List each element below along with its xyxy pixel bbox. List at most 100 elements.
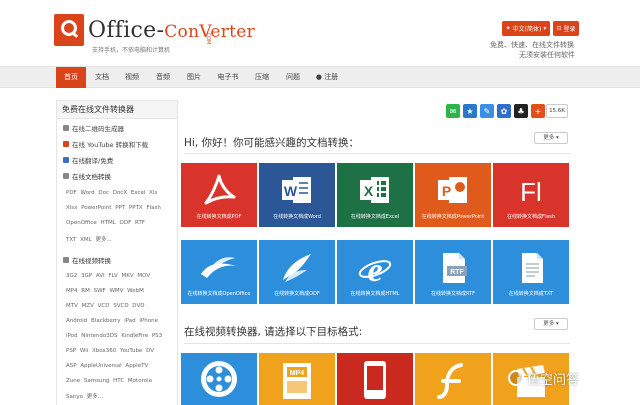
wechat-share-icon[interactable]: ✉	[446, 104, 460, 118]
tile-caption: 在线转换文档成Excel	[350, 214, 400, 220]
sidebar-link-translate[interactable]: 在线翻译/免费	[63, 155, 113, 165]
film-icon	[63, 257, 69, 263]
tile-caption: 在线转换文档成HTML	[350, 291, 400, 297]
site-header: Office-ConVerter .COM 支持手机，不依电脑和计算机 ✦ 中文…	[0, 0, 640, 66]
tile-caption: 在线转换文档成Word	[273, 214, 321, 220]
user-icon: ●	[315, 73, 322, 81]
divider	[184, 343, 570, 344]
nav-image[interactable]: 图片	[180, 67, 208, 88]
video-more-dropdown[interactable]: 更多 ▾	[534, 318, 568, 330]
slogan-line-2: 无须安装任何软件	[519, 51, 575, 59]
doc-format-list[interactable]: TXT XML 更多...	[66, 235, 112, 243]
nav-register[interactable]: ● 注册	[311, 67, 343, 88]
video-format-list[interactable]: ASP AppleUniversal AppleTV	[66, 363, 148, 369]
doc-section-title: Hi, 你好！你可能感兴趣的文档转换：	[184, 137, 359, 149]
tile-to-rtf[interactable]: RTF 在线转换文档成RTF	[415, 240, 491, 304]
svg-text:W: W	[284, 183, 298, 199]
video-format-list[interactable]: Android Blackberry iPad iPhone	[66, 318, 158, 324]
tile-caption: 在线转换文档成RTF	[430, 291, 476, 297]
nav-documents[interactable]: 文档	[88, 67, 116, 88]
qzone-share-icon[interactable]: ★	[463, 104, 477, 118]
tile-to-flash[interactable]: Fl 在线转换文档成Flash	[493, 163, 569, 227]
tile-video-format[interactable]	[181, 353, 257, 405]
tile-caption: 在线转换文档成PDF	[196, 214, 242, 220]
video-section-title: 在线视频转换器, 请选择以下目标格式:	[184, 326, 363, 338]
qrcode-icon	[63, 125, 69, 131]
tile-caption: 在线转换文档成TXT	[508, 291, 554, 297]
watermark: 悟空问答	[508, 368, 579, 388]
odf-icon	[283, 254, 311, 282]
tile-to-word[interactable]: W 在线转换文档成Word	[259, 163, 335, 227]
video-format-list[interactable]: PSP Wii Xbox360 YouTube DV	[66, 348, 154, 354]
logo-com: .COM	[205, 31, 211, 45]
flash-icon: Fl	[520, 177, 542, 207]
tile-caption: 在线转换文档成PowerPoint	[421, 214, 485, 220]
chevron-down-icon: ▾	[543, 25, 547, 32]
nav-ebook[interactable]: 电子书	[211, 67, 245, 88]
share-count: 15.6K	[546, 104, 568, 118]
nav-faq[interactable]: 问题	[279, 67, 307, 88]
qq-share-icon[interactable]: ♣	[514, 104, 528, 118]
sidebar-section-documents[interactable]: 在线文档转换	[63, 171, 111, 181]
flash-player-icon	[437, 363, 463, 399]
video-format-list[interactable]: Sanyo 更多...	[66, 392, 103, 400]
youtube-icon	[63, 141, 69, 147]
video-format-list[interactable]: 3G2 3GP AVI FLV MKV MOV	[66, 273, 150, 279]
weibo-share-icon[interactable]: ✎	[480, 104, 494, 118]
tile-to-txt[interactable]: 在线转换文档成TXT	[493, 240, 569, 304]
nav-audio[interactable]: 音频	[149, 67, 177, 88]
mobile-icon	[364, 361, 386, 399]
excel-icon: X	[360, 177, 389, 203]
divider	[184, 153, 570, 154]
sidebar-link-youtube[interactable]: 在线 YouTube 转换和下载	[63, 139, 148, 149]
tile-to-excel[interactable]: X 在线转换文档成Excel	[337, 163, 413, 227]
mp4-icon: MP4	[283, 363, 311, 399]
globe-icon: ✦	[505, 25, 511, 32]
doc-format-list[interactable]: OpenOffice HTML ODF RTF	[66, 220, 145, 226]
tile-to-openoffice[interactable]: 在线转换文档成OpenOffice	[181, 240, 257, 304]
pdf-icon	[204, 174, 236, 205]
sidebar: 免费在线文件转换器 在线二维码生成器 在线 YouTube 转换和下载 在线翻译…	[56, 100, 178, 405]
logo-icon[interactable]	[54, 14, 84, 46]
video-format-list[interactable]: MP4 RM SWF WMV WebM	[66, 288, 144, 294]
video-format-list[interactable]: MTV MZV VCD SVCD DVD	[66, 303, 144, 309]
svg-text:MP4: MP4	[290, 370, 305, 377]
tile-video-format[interactable]	[415, 353, 491, 405]
nav-archive[interactable]: 压缩	[248, 67, 276, 88]
doc-format-list[interactable]: PDF Word Doc DocX Excel Xls	[66, 190, 157, 196]
tile-video-format[interactable]	[337, 353, 413, 405]
tile-video-format[interactable]: MP4	[259, 353, 335, 405]
logo-name[interactable]: Office-ConVerter	[88, 18, 255, 43]
video-format-list[interactable]: iPod Nintendo3DS KindleFire PS3	[66, 333, 162, 339]
svg-text:RTF: RTF	[450, 269, 464, 276]
login-button[interactable]: ⊡ 登录	[553, 21, 579, 36]
baidu-share-icon[interactable]: ✿	[497, 104, 511, 118]
powerpoint-icon: P	[438, 177, 467, 203]
more-share-icon[interactable]: +	[531, 104, 545, 118]
tile-to-pdf[interactable]: 在线转换文档成PDF	[181, 163, 257, 227]
slogan-line-1: 免费、快速、在线文件转换	[490, 41, 574, 49]
translate-icon	[63, 157, 69, 163]
svg-text:e: e	[367, 252, 382, 286]
tile-to-html[interactable]: e 在线转换文档成HTML	[337, 240, 413, 304]
svg-text:Fl: Fl	[520, 177, 542, 207]
sidebar-section-video[interactable]: 在线视频转换	[63, 255, 111, 265]
tile-to-odf[interactable]: 在线转换文档成ODF	[259, 240, 335, 304]
txt-icon	[522, 253, 543, 283]
word-icon: W	[282, 177, 311, 203]
chat-bubble-icon	[508, 370, 524, 386]
nav-video[interactable]: 视频	[118, 67, 146, 88]
film-reel-icon	[201, 361, 237, 397]
nav-home[interactable]: 首页	[56, 67, 86, 88]
sidebar-link-qrcode[interactable]: 在线二维码生成器	[63, 123, 124, 133]
tile-caption: 在线转换文档成ODF	[274, 291, 320, 297]
rtf-icon: RTF	[443, 253, 467, 283]
tile-caption: 在线转换文档成OpenOffice	[187, 291, 251, 297]
language-button[interactable]: ✦ 中文(简体) ▾	[502, 21, 550, 36]
video-format-list[interactable]: Zune Samsung HTC Motorola	[66, 378, 152, 384]
doc-format-list[interactable]: Xlsx PowerPoint PPT PPTX Flash	[66, 205, 161, 211]
doc-more-dropdown[interactable]: 更多 ▾	[534, 132, 568, 144]
main-nav: 首页 文档 视频 音频 图片 电子书 压缩 问题 ● 注册	[0, 66, 640, 88]
tile-to-powerpoint[interactable]: P 在线转换文档成PowerPoint	[415, 163, 491, 227]
lock-icon: ⊡	[556, 25, 562, 32]
